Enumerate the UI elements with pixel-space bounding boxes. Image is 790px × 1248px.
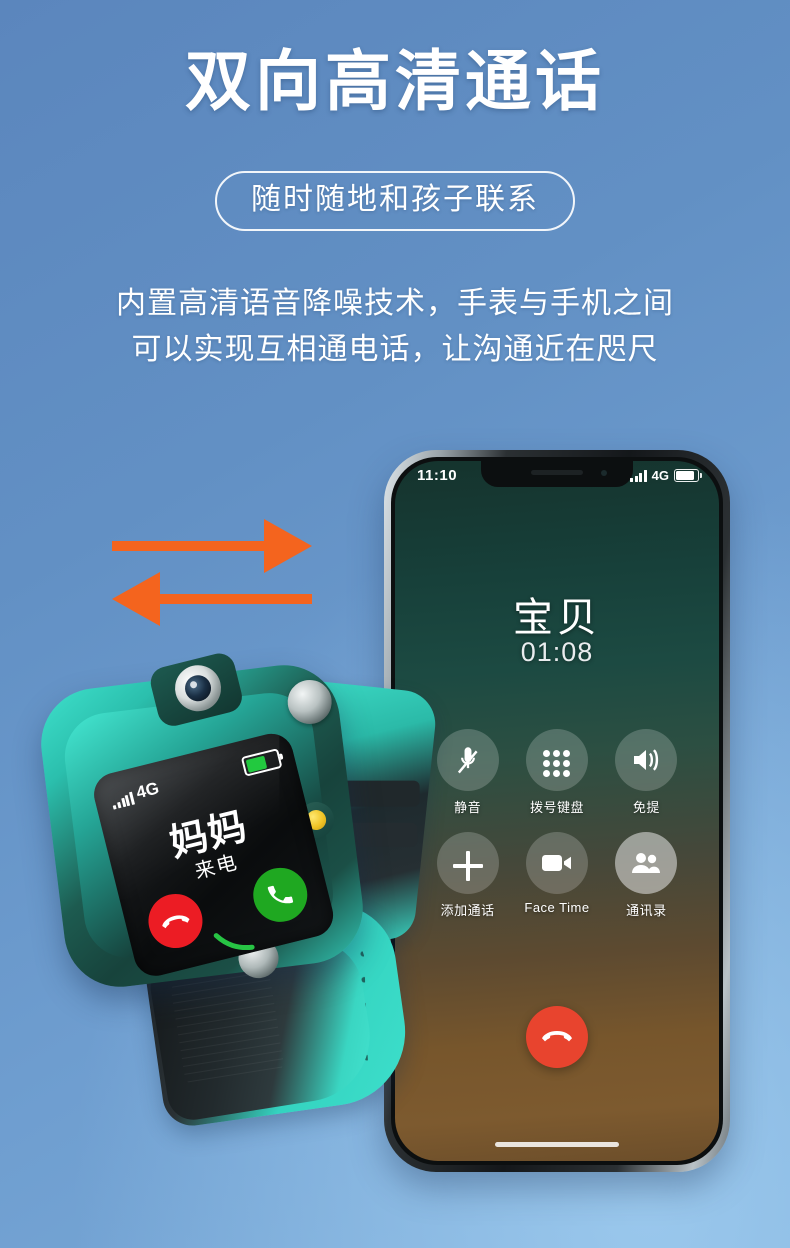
add-call-button[interactable] <box>436 832 499 894</box>
contacts-icon <box>632 853 661 873</box>
end-call-button[interactable] <box>526 1006 588 1068</box>
call-controls-grid: 静音 拨号键盘 免提 添加通话 Face Time 通讯录 <box>423 729 691 919</box>
call-duration: 01:08 <box>520 637 594 667</box>
speaker-button[interactable] <box>615 729 678 791</box>
add-call-icon <box>452 851 483 881</box>
call-control-label: 免提 <box>632 800 660 815</box>
call-control-contacts[interactable]: 通讯录 <box>602 832 691 919</box>
status-time: 11:10 <box>417 467 458 484</box>
phone-status-bar: 11:10 4G <box>395 467 719 489</box>
subtitle-pill: 随时随地和孩子联系 <box>215 171 575 231</box>
arrow-right-shaft <box>112 541 264 551</box>
decline-call-icon <box>162 914 190 928</box>
call-control-label: 拨号键盘 <box>529 800 584 815</box>
description-line-2: 可以实现互相通电话，让沟通近在咫尺 <box>131 332 659 366</box>
subtitle-pill-label: 随时随地和孩子联系 <box>251 183 539 216</box>
status-indicators: 4G <box>630 468 702 483</box>
watch-case: 4G 妈妈 来电 <box>34 650 370 994</box>
end-call-icon <box>542 1031 572 1042</box>
call-control-label: 静音 <box>454 800 482 815</box>
page-title: 双向高清通话 <box>185 44 605 118</box>
arrow-left-shaft <box>160 594 312 604</box>
phone-screen: 11:10 4G 宝贝 01:08 静音 拨号键盘 免提 添加通话 Face T… <box>395 461 719 1161</box>
arrow-left-icon <box>112 572 312 626</box>
arrow-left-head <box>112 572 160 626</box>
battery-icon <box>674 469 702 482</box>
arrow-right-head <box>264 519 312 573</box>
call-control-facetime[interactable]: Face Time <box>512 832 601 919</box>
call-control-keypad[interactable]: 拨号键盘 <box>512 729 601 816</box>
call-callee-name: 宝贝 <box>513 596 601 640</box>
keypad-button[interactable] <box>525 729 588 791</box>
kids-smartwatch-mockup: 4G 妈妈 来电 <box>22 648 442 1130</box>
call-control-label: 通讯录 <box>626 903 667 918</box>
description-block: 内置高清语音降噪技术，手表与手机之间 可以实现互相通电话，让沟通近在咫尺 <box>0 281 790 372</box>
facetime-button[interactable] <box>525 832 588 894</box>
call-control-speaker[interactable]: 免提 <box>602 729 691 816</box>
facetime-icon <box>541 855 571 871</box>
call-control-label: Face Time <box>524 900 590 915</box>
strap-texture <box>169 964 286 1089</box>
accept-call-icon <box>267 885 294 904</box>
home-indicator[interactable] <box>495 1142 619 1147</box>
mute-button[interactable] <box>436 729 499 791</box>
network-type-label: 4G <box>651 468 669 483</box>
speaker-icon <box>634 749 659 771</box>
contacts-button[interactable] <box>615 832 678 894</box>
call-control-label: 添加通话 <box>440 903 495 918</box>
product-feature-poster: 双向高清通话 随时随地和孩子联系 内置高清语音降噪技术，手表与手机之间 可以实现… <box>0 0 790 1248</box>
description-line-1: 内置高清语音降噪技术，手表与手机之间 <box>116 287 674 320</box>
arrow-right-icon <box>112 519 312 573</box>
signal-bars-icon <box>630 469 647 482</box>
mute-icon <box>457 747 478 774</box>
keypad-icon <box>543 749 571 777</box>
